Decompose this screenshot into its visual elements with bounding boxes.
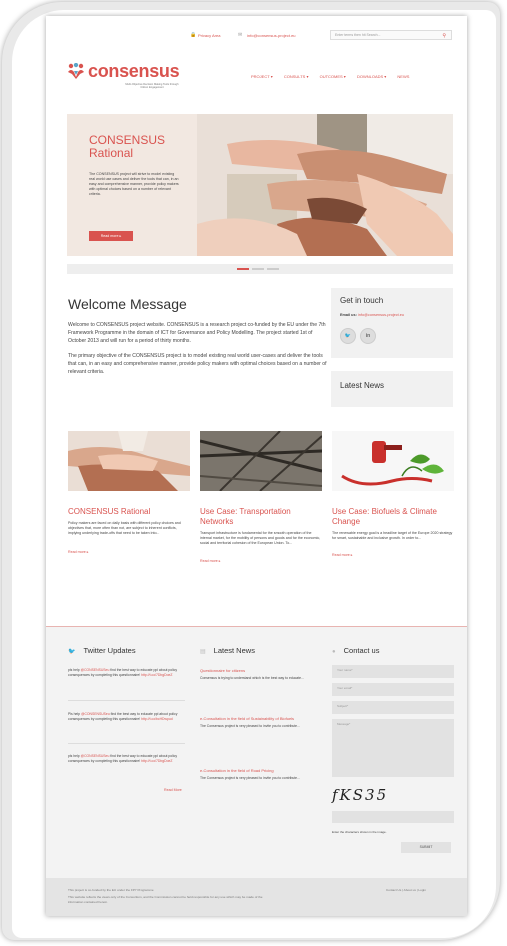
funding-note: This project is co-funded by the EU unde… (68, 888, 154, 892)
bottom-bar: This project is co-funded by the EU unde… (46, 878, 467, 916)
nav-item-outcomes[interactable]: OUTCOMES ▾ (320, 74, 346, 79)
card-rational: CONSENSUS Rational Policy makers are fac… (68, 431, 190, 555)
footer-news-item: e-Consultation in the field of Sustainab… (200, 716, 324, 729)
get-in-touch-box: Get in touch Email us: info@consensus-pr… (331, 288, 453, 358)
card-fuel-nozzle-image[interactable] (332, 431, 454, 491)
footer-news-text: The Consensus project is very pleased to… (200, 724, 300, 728)
nav-item-news[interactable]: NEWS (397, 74, 409, 79)
logo-tagline: Multi-Objective Decision Making Tools th… (125, 83, 179, 89)
name-field[interactable]: Your name* (332, 665, 454, 678)
nav-item-project[interactable]: PROJECT ▾ (251, 74, 273, 79)
tweet-link[interactable]: http://t.co/bcHDwpud (141, 717, 172, 721)
twitter-read-more-link[interactable]: Read More (164, 788, 182, 792)
latest-news-box-title: Latest News (340, 381, 385, 390)
tweet-link[interactable]: http://t.co/7DbgDoeZ (141, 673, 172, 677)
footer-news-title[interactable]: Questionnaire for citizens (200, 668, 324, 673)
card-transportation: Use Case: Transportation Networks Transp… (199, 430, 323, 564)
subject-field[interactable]: Subject* (332, 701, 454, 714)
card-title[interactable]: Use Case: Transportation Networks (200, 507, 322, 527)
email-us-line: Email us: info@consensus-project.eu (340, 313, 404, 317)
footer-news-title[interactable]: e-Consultation in the field of Sustainab… (200, 716, 324, 721)
captcha-hint: Enter the characters shown in the image. (332, 830, 387, 834)
linkedin-icon[interactable]: in (360, 328, 376, 344)
email-field[interactable]: Your email* (332, 683, 454, 696)
nav-item-downloads[interactable]: DOWNLOADS ▾ (357, 74, 386, 79)
twitter-icon[interactable]: 🐦 (340, 328, 356, 344)
search-input[interactable]: Enter terms then hit Search... ⚲ (330, 30, 452, 40)
logo-text: consensus (88, 61, 180, 81)
tweet: pls help @CONSENSUSeu find the best way … (68, 754, 178, 764)
welcome-paragraph-1: Welcome to CONSENSUS project website. CO… (68, 322, 326, 345)
contact-us-heading: ● Contact us (332, 646, 380, 655)
card-biofuels: Use Case: Biofuels & Climate Change The … (332, 431, 454, 559)
captcha-image: fKS35 (332, 786, 389, 804)
footer-links[interactable]: Contact Us | About us | Login (386, 888, 426, 892)
get-in-touch-title: Get in touch (340, 296, 384, 305)
slide-text: The CONSENSUS project will strive to mod… (89, 172, 179, 196)
hero-slider[interactable]: CONSENSUS Rational The CONSENSUS project … (67, 114, 453, 256)
tweet: pls help @CONSENSUSeu find the best way … (68, 668, 178, 678)
mail-icon: ✉ (238, 32, 243, 38)
lock-icon: 🔒 (190, 32, 197, 38)
slide-dot-3[interactable] (267, 268, 279, 270)
card-read-more-link[interactable]: Read more ▸ (332, 553, 454, 558)
welcome-title: Welcome Message (68, 296, 187, 312)
slider-pagination (67, 264, 453, 274)
captcha-input[interactable] (332, 811, 454, 823)
footer-news-text: The Consensus project is very pleased to… (200, 776, 300, 780)
slide-caption: CONSENSUS Rational The CONSENSUS project … (67, 114, 197, 256)
welcome-paragraph-2: The primary objective of the CONSENSUS p… (68, 352, 327, 376)
footer-news-item: e-Consultation in the field of Road Pric… (200, 768, 324, 781)
twitter-bird-icon: 🐦 (68, 649, 76, 655)
card-text: Policy makers are faced on daily basis w… (68, 521, 181, 536)
footer-latest-news-heading: ▤ Latest News (200, 646, 255, 655)
slide-dot-1[interactable] (237, 268, 249, 270)
search-icon[interactable]: ⚲ (442, 33, 446, 39)
twitter-updates-heading: 🐦 Twitter Updates (68, 646, 136, 655)
footer-news-title[interactable]: e-Consultation in the field of Road Pric… (200, 768, 324, 773)
tweet-link[interactable]: http://t.co/7DbgDoeZ (141, 759, 172, 763)
footer-news-text: Consensus is trying to understand which … (200, 676, 304, 680)
card-text: The renewable energy goal is a headline … (332, 531, 453, 541)
latest-news-box: Latest News (331, 371, 453, 407)
logo-people-icon (68, 63, 84, 79)
news-icon: ▤ (200, 649, 206, 655)
website-page: 🔒 Privacy Area ✉ info@consensus-project.… (46, 16, 467, 916)
disclaimer: This website reflects the views only of … (68, 895, 263, 904)
email-link[interactable]: info@consensus-project.eu (247, 33, 296, 38)
divider (68, 743, 185, 744)
welcome-text: Welcome to CONSENSUS project website. CO… (68, 321, 330, 382)
slide-title: CONSENSUS Rational (89, 133, 166, 160)
slide-read-more-button[interactable]: Read more ▸ (89, 231, 133, 241)
chat-icon: ● (332, 649, 336, 655)
email-us-label: Email us: (340, 313, 357, 317)
tweet-handle-link[interactable]: @CONSENSUSeu (81, 712, 110, 716)
footer-news-item: Questionnaire for citizens Consensus is … (200, 668, 324, 681)
slide-dot-2[interactable] (252, 268, 264, 270)
submit-button[interactable]: SUBMIT (401, 842, 451, 853)
message-field[interactable]: Message* (332, 719, 454, 777)
card-railway-image[interactable] (199, 430, 323, 492)
card-read-more-link[interactable]: Read more ▸ (200, 559, 322, 564)
nav-item-consults[interactable]: CONSULTS ▾ (284, 74, 309, 79)
search-placeholder: Enter terms then hit Search... (335, 33, 381, 37)
card-title[interactable]: CONSENSUS Rational (68, 507, 190, 517)
tweet: Pls help @CONSENSUSeu find the best way … (68, 712, 178, 722)
card-read-more-link[interactable]: Read more ▸ (68, 550, 190, 555)
top-bar: 🔒 Privacy Area ✉ info@consensus-project.… (46, 16, 467, 50)
divider (68, 700, 185, 701)
email-us-link[interactable]: info@consensus-project.eu (358, 313, 404, 317)
card-hands-image[interactable] (68, 431, 190, 491)
tweet-handle-link[interactable]: @CONSENSUSeu (81, 668, 110, 672)
privacy-link[interactable]: Privacy Area (198, 33, 220, 38)
card-text: Transport infrastructure is fundamental … (200, 531, 321, 546)
main-nav: PROJECT ▾ CONSULTS ▾ OUTCOMES ▾ DOWNLOAD… (251, 74, 419, 79)
tweet-handle-link[interactable]: @CONSENSUSeu (81, 754, 110, 758)
card-title[interactable]: Use Case: Biofuels & Climate Change (332, 507, 454, 527)
